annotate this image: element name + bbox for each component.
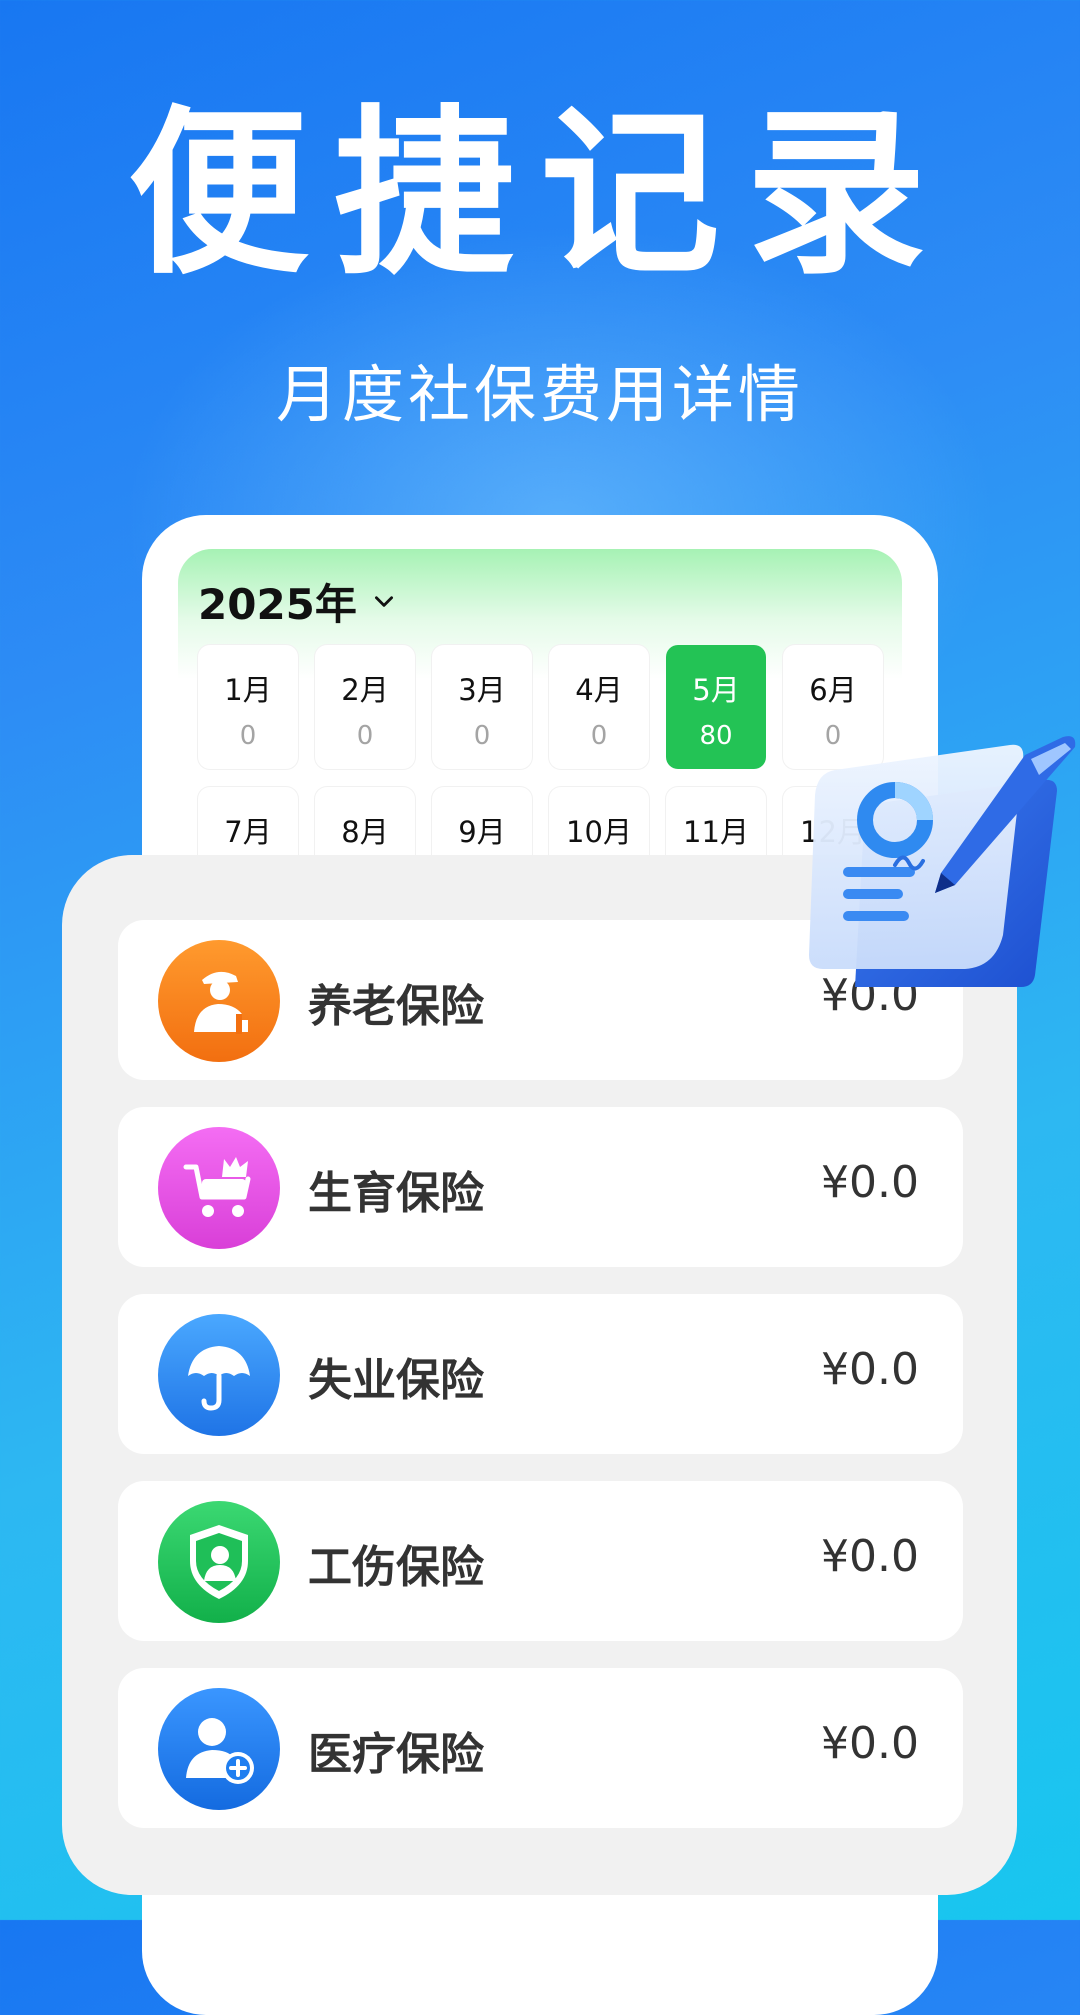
month-label: 7月	[224, 815, 272, 849]
insurance-name: 生育保险	[308, 1168, 484, 1219]
month-label: 3月	[458, 673, 506, 707]
baby-stroller-icon	[158, 1127, 280, 1249]
insurance-name: 工伤保险	[308, 1542, 484, 1593]
shield-person-icon	[158, 1501, 280, 1623]
hero-title: 便捷记录	[127, 90, 952, 299]
month-label: 9月	[458, 815, 506, 849]
month-label: 2月	[341, 673, 389, 707]
insurance-name: 失业保险	[308, 1355, 484, 1406]
umbrella-icon	[158, 1314, 280, 1436]
insurance-row-medical[interactable]: 医疗保险 ¥0.0	[118, 1668, 963, 1828]
insurance-row-maternity[interactable]: 生育保险 ¥0.0	[118, 1107, 963, 1267]
insurance-amount: ¥0.0	[821, 1157, 919, 1208]
insurance-amount: ¥0.0	[821, 1531, 919, 1582]
insurance-name: 养老保险	[308, 981, 484, 1032]
month-label: 1月	[224, 673, 272, 707]
medical-person-icon	[158, 1688, 280, 1810]
document-pen-illustration	[809, 736, 1076, 987]
month-label: 5月	[692, 673, 740, 707]
month-label: 6月	[809, 673, 857, 707]
month-cell-2[interactable]: 2月 0	[315, 645, 415, 769]
hero-subtitle: 月度社保费用详情	[275, 358, 804, 431]
month-value: 0	[356, 721, 374, 751]
month-label: 8月	[341, 815, 389, 849]
month-cell-1[interactable]: 1月 0	[198, 645, 298, 769]
insurance-list-card: 养老保险 ¥0.0 生育保险 ¥0.0 失业保险 ¥0.0 工伤保险 ¥0.0 …	[62, 855, 1017, 1895]
month-label: 11月	[683, 815, 749, 849]
chevron-down-icon	[374, 596, 393, 607]
year-selector[interactable]: 2025年	[198, 571, 397, 631]
month-label: 10月	[566, 815, 632, 849]
month-cell-3[interactable]: 3月 0	[432, 645, 532, 769]
month-cell-4[interactable]: 4月 0	[549, 645, 649, 769]
insurance-row-unemployment[interactable]: 失业保险 ¥0.0	[118, 1294, 963, 1454]
elderly-person-icon	[158, 940, 280, 1062]
month-value: 0	[473, 721, 491, 751]
month-cell-5-selected[interactable]: 5月 80	[666, 645, 766, 769]
insurance-amount: ¥0.0	[821, 1718, 919, 1769]
month-label: 4月	[575, 673, 623, 707]
month-value: 0	[590, 721, 608, 751]
insurance-amount: ¥0.0	[821, 1344, 919, 1395]
insurance-name: 医疗保险	[308, 1729, 484, 1780]
month-value: 80	[699, 721, 733, 751]
year-label: 2025年	[198, 579, 357, 629]
insurance-row-work-injury[interactable]: 工伤保险 ¥0.0	[118, 1481, 963, 1641]
month-value: 0	[239, 721, 257, 751]
